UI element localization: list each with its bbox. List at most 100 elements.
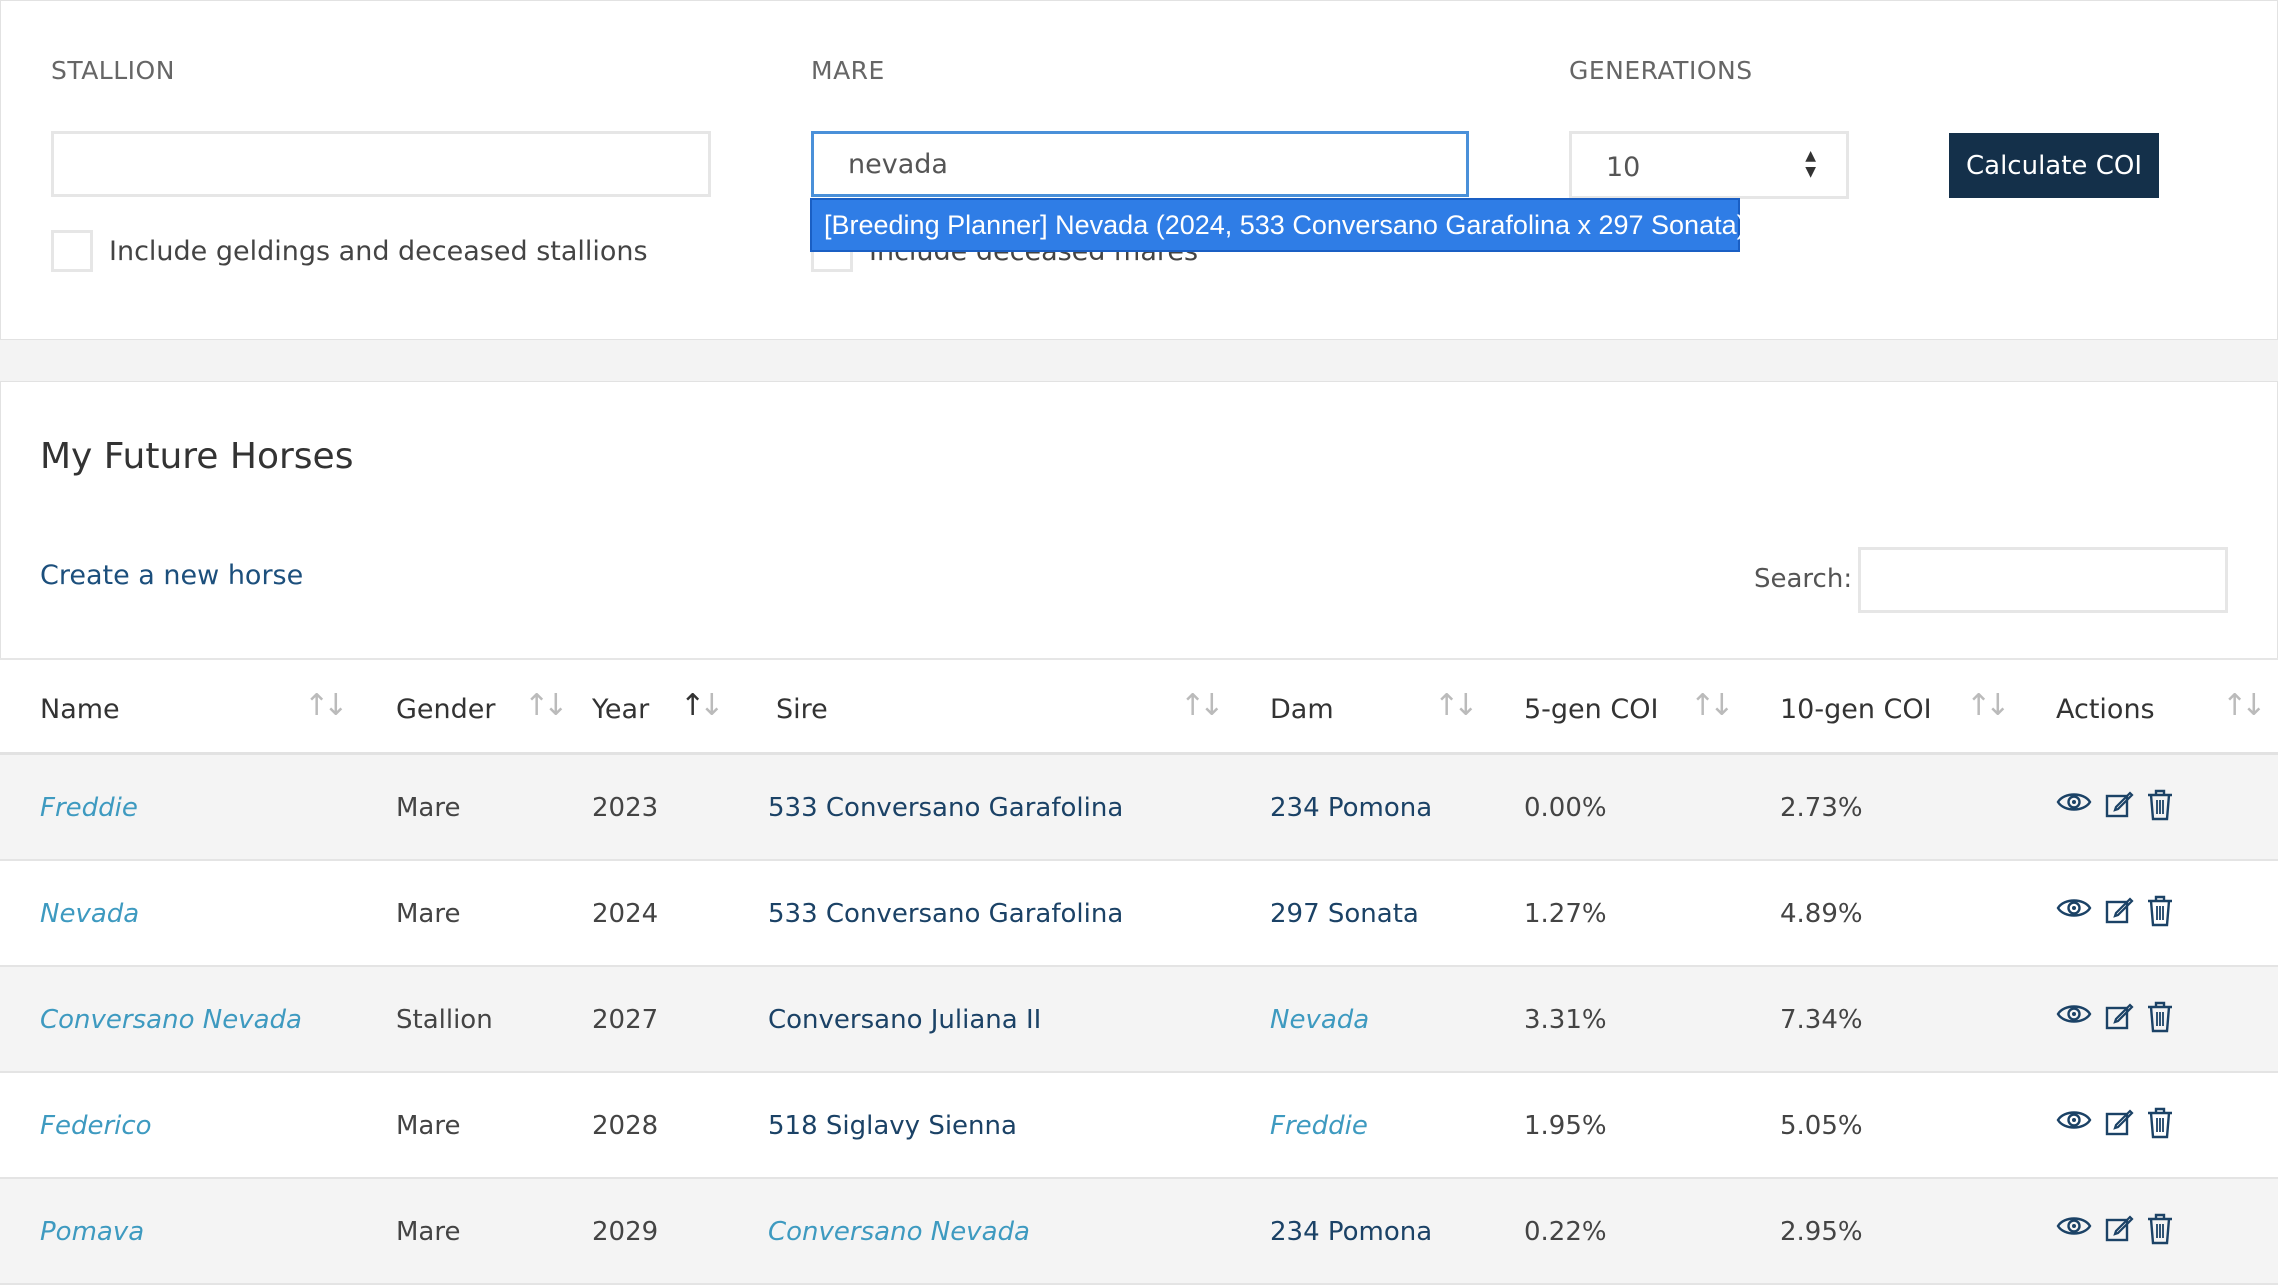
edit-icon[interactable]: [2104, 1001, 2134, 1031]
cell-sire: 518 Siglavy Sienna: [752, 1072, 1230, 1179]
horse-year: 2027: [592, 1005, 659, 1035]
row-actions: [2056, 789, 2174, 821]
cell-actions: [2016, 860, 2278, 967]
sort-icon: ↑↓: [1966, 688, 2010, 723]
create-horse-link[interactable]: Create a new horse: [40, 560, 303, 591]
eye-icon[interactable]: [2056, 789, 2092, 815]
cell-name: Conversano Nevada: [0, 966, 356, 1073]
row-actions: [2056, 1107, 2174, 1139]
cell-sire: 533 Conversano Garafolina: [752, 753, 1230, 861]
cell-gender: Mare: [356, 1072, 576, 1179]
generations-value: 10: [1606, 152, 1641, 183]
dam-link[interactable]: 234 Pomona: [1270, 793, 1432, 823]
cell-10gen-coi: 7.34%: [1740, 966, 2016, 1073]
coi-5gen-value: 1.95%: [1524, 1111, 1607, 1141]
column-header-gender[interactable]: Gender ↑↓: [356, 658, 576, 755]
horse-gender: Mare: [396, 899, 461, 929]
table-row: Conversano Nevada Stallion 2027 Conversano …: [0, 966, 2278, 1073]
horse-name-link[interactable]: Federico: [40, 1111, 152, 1141]
eye-icon[interactable]: [2056, 895, 2092, 921]
mare-autocomplete-suggestion[interactable]: [Breeding Planner] Nevada (2024, 533 Con…: [810, 198, 1746, 252]
row-actions: [2056, 1001, 2174, 1033]
coi-10gen-value: 4.89%: [1780, 899, 1863, 929]
sire-link[interactable]: Conversano Nevada: [768, 1217, 1030, 1247]
horse-year: 2023: [592, 793, 659, 823]
column-header-actions[interactable]: Actions ↑↓: [2016, 658, 2278, 755]
dam-link[interactable]: Nevada: [1270, 1005, 1369, 1035]
table-row: Freddie Mare 2023 533 Conversano Garafolina…: [0, 753, 2278, 861]
edit-icon[interactable]: [2104, 1213, 2134, 1243]
eye-icon[interactable]: [2056, 1213, 2092, 1239]
search-input[interactable]: [1858, 547, 2228, 613]
search-label: Search:: [1754, 564, 1853, 594]
cell-10gen-coi: 2.73%: [1740, 753, 2016, 861]
sort-icon: ↑↓: [2222, 688, 2266, 723]
horse-name-link[interactable]: Conversano Nevada: [40, 1005, 302, 1035]
trash-icon[interactable]: [2146, 895, 2174, 927]
select-arrows-icon: ▲ ▼: [1805, 148, 1816, 180]
trash-icon[interactable]: [2146, 789, 2174, 821]
cell-name: Nevada: [0, 860, 356, 967]
sire-link[interactable]: 518 Siglavy Sienna: [768, 1111, 1017, 1141]
horse-name-link[interactable]: Pomava: [40, 1217, 144, 1247]
coi-10gen-value: 2.73%: [1780, 793, 1863, 823]
eye-icon[interactable]: [2056, 1107, 2092, 1133]
column-header-year[interactable]: Year ↑↓: [576, 658, 752, 755]
calculate-coi-button[interactable]: Calculate COI: [1949, 133, 2159, 198]
cell-actions: [2016, 966, 2278, 1073]
dam-link[interactable]: Freddie: [1270, 1111, 1368, 1141]
horse-name-link[interactable]: Freddie: [40, 793, 138, 823]
column-header-dam[interactable]: Dam ↑↓: [1230, 658, 1484, 755]
cell-5gen-coi: 3.31%: [1484, 966, 1740, 1073]
generations-label: GENERATIONS: [1569, 56, 1753, 85]
edit-icon[interactable]: [2104, 895, 2134, 925]
cell-actions: [2016, 1072, 2278, 1179]
trash-icon[interactable]: [2146, 1107, 2174, 1139]
horse-year: 2028: [592, 1111, 659, 1141]
stallion-label: STALLION: [51, 56, 175, 85]
cell-year: 2028: [576, 1072, 752, 1179]
column-header-5gen-coi[interactable]: 5-gen COI ↑↓: [1484, 658, 1740, 755]
eye-icon[interactable]: [2056, 1001, 2092, 1027]
trash-icon[interactable]: [2146, 1213, 2174, 1245]
dam-link[interactable]: 234 Pomona: [1270, 1217, 1432, 1247]
coi-5gen-value: 3.31%: [1524, 1005, 1607, 1035]
coi-10gen-value: 5.05%: [1780, 1111, 1863, 1141]
row-actions: [2056, 895, 2174, 927]
coi-5gen-value: 0.22%: [1524, 1217, 1607, 1247]
cell-10gen-coi: 4.89%: [1740, 860, 2016, 967]
row-actions: [2056, 1213, 2174, 1245]
coi-10gen-value: 2.95%: [1780, 1217, 1863, 1247]
column-header-10gen-coi[interactable]: 10-gen COI ↑↓: [1740, 658, 2016, 755]
trash-icon[interactable]: [2146, 1001, 2174, 1033]
horse-name-link[interactable]: Nevada: [40, 899, 139, 929]
cell-gender: Mare: [356, 753, 576, 861]
column-header-sire[interactable]: Sire ↑↓: [752, 658, 1230, 755]
cell-dam: 297 Sonata: [1230, 860, 1484, 967]
include-geldings-checkbox[interactable]: [51, 230, 93, 272]
future-horses-table: Name ↑↓ Gender ↑↓ Year ↑↓ Sire ↑↓ Dam ↑↓ 5-ge…: [0, 658, 2278, 1285]
generations-select[interactable]: 10 ▲ ▼: [1569, 131, 1849, 199]
sort-icon: ↑↓: [1180, 688, 1224, 723]
sort-icon: ↑↓: [1434, 688, 1478, 723]
sire-link[interactable]: Conversano Juliana II: [768, 1005, 1041, 1035]
cell-year: 2024: [576, 860, 752, 967]
cell-5gen-coi: 1.27%: [1484, 860, 1740, 967]
table-header-row: Name ↑↓ Gender ↑↓ Year ↑↓ Sire ↑↓ Dam ↑↓ 5-ge…: [0, 658, 2278, 755]
cell-5gen-coi: 0.00%: [1484, 753, 1740, 861]
edit-icon[interactable]: [2104, 789, 2134, 819]
cell-gender: Stallion: [356, 966, 576, 1073]
sire-link[interactable]: 533 Conversano Garafolina: [768, 899, 1123, 929]
horse-year: 2024: [592, 899, 659, 929]
dam-link[interactable]: 297 Sonata: [1270, 899, 1419, 929]
cell-10gen-coi: 2.95%: [1740, 1178, 2016, 1285]
edit-icon[interactable]: [2104, 1107, 2134, 1137]
stallion-input[interactable]: [51, 131, 711, 197]
cell-dam: Freddie: [1230, 1072, 1484, 1179]
mare-input[interactable]: [811, 131, 1469, 197]
cell-gender: Mare: [356, 1178, 576, 1285]
include-geldings-label: Include geldings and deceased stallions: [109, 236, 648, 267]
horse-gender: Mare: [396, 1111, 461, 1141]
column-header-name[interactable]: Name ↑↓: [0, 658, 356, 755]
sire-link[interactable]: 533 Conversano Garafolina: [768, 793, 1123, 823]
